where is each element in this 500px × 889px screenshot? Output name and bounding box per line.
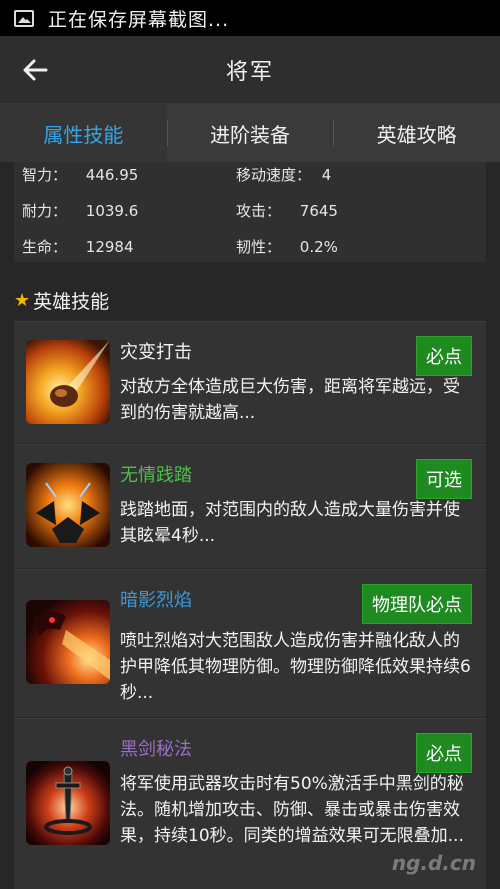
stat-value: 12984 bbox=[85, 238, 134, 256]
stat-stamina: 耐力： 1039.6 bbox=[22, 202, 139, 220]
tab-bar: 属性技能 进阶装备 英雄攻略 bbox=[0, 104, 500, 162]
skill-card[interactable]: 灾变打击 必点 对敌方全体造成巨大伤害，距离将军越远，受到的伤害就越高... bbox=[14, 321, 486, 443]
tab-hero-guide[interactable]: 英雄攻略 bbox=[333, 104, 500, 162]
back-arrow-icon[interactable] bbox=[20, 55, 50, 85]
section-title-hero-skills: ★ 英雄技能 bbox=[14, 290, 110, 313]
tab-advanced-equipment[interactable]: 进阶装备 bbox=[166, 104, 334, 162]
skill-name: 无情践踏 bbox=[120, 465, 192, 486]
stat-value: 7645 bbox=[299, 202, 338, 220]
black-sword-icon bbox=[26, 761, 110, 845]
stat-move-speed: 移动速度： 4 bbox=[236, 166, 332, 184]
stat-attack: 攻击： 7645 bbox=[236, 202, 338, 220]
skill-name: 黑剑秘法 bbox=[120, 739, 192, 760]
stat-value: 4 bbox=[321, 166, 332, 184]
skill-priority-badge[interactable]: 必点 bbox=[416, 336, 472, 376]
skill-card[interactable]: 暗影烈焰 物理队必点 喷吐烈焰对大范围敌人造成伤害并融化敌人的护甲降低其物理防御… bbox=[14, 569, 486, 717]
status-text: 正在保存屏幕截图... bbox=[48, 8, 230, 31]
meteor-strike-icon bbox=[26, 340, 110, 424]
skill-description: 喷吐烈焰对大范围敌人造成伤害并融化敌人的护甲降低其物理防御。物理防御降低效果持续… bbox=[120, 631, 471, 703]
stats-panel: 智力： 446.95 移动速度： 4 耐力： 1039.6 攻击： 7645 生… bbox=[14, 162, 486, 262]
skill-priority-badge[interactable]: 必点 bbox=[416, 733, 472, 773]
watermark-logo: ng.d.cn bbox=[391, 851, 476, 875]
page-title: 将军 bbox=[225, 59, 274, 85]
skill-card[interactable]: 无情践踏 可选 践踏地面，对范围内的敌人造成大量伤害并使其眩晕4秒... bbox=[14, 444, 486, 568]
stat-value: 446.95 bbox=[85, 166, 139, 184]
skill-description: 践踏地面，对范围内的敌人造成大量伤害并使其眩晕4秒... bbox=[120, 500, 460, 546]
stat-intelligence: 智力： 446.95 bbox=[22, 166, 139, 184]
stat-value: 1039.6 bbox=[85, 202, 139, 220]
skill-name: 灾变打击 bbox=[120, 342, 192, 363]
app-bar: 将军 bbox=[0, 36, 500, 104]
image-icon bbox=[14, 9, 34, 27]
ground-stomp-icon bbox=[26, 463, 110, 547]
stat-toughness: 韧性： 0.2% bbox=[236, 238, 338, 256]
skill-description: 对敌方全体造成巨大伤害，距离将军越远，受到的伤害就越高... bbox=[120, 377, 460, 423]
dragon-flame-icon bbox=[26, 600, 110, 684]
skill-name: 暗影烈焰 bbox=[120, 590, 192, 611]
tab-attributes-skills[interactable]: 属性技能 bbox=[0, 104, 167, 162]
skill-priority-badge[interactable]: 物理队必点 bbox=[362, 584, 472, 624]
status-bar: 正在保存屏幕截图... bbox=[0, 0, 500, 36]
skill-description: 将军使用武器攻击时有50%激活手中黑剑的秘法。随机增加攻击、防御、暴击或暴击伤害… bbox=[120, 774, 464, 846]
stat-health: 生命： 12984 bbox=[22, 238, 134, 256]
star-icon: ★ bbox=[14, 290, 31, 311]
stat-value: 0.2% bbox=[299, 238, 338, 256]
skill-priority-badge[interactable]: 可选 bbox=[416, 459, 472, 499]
